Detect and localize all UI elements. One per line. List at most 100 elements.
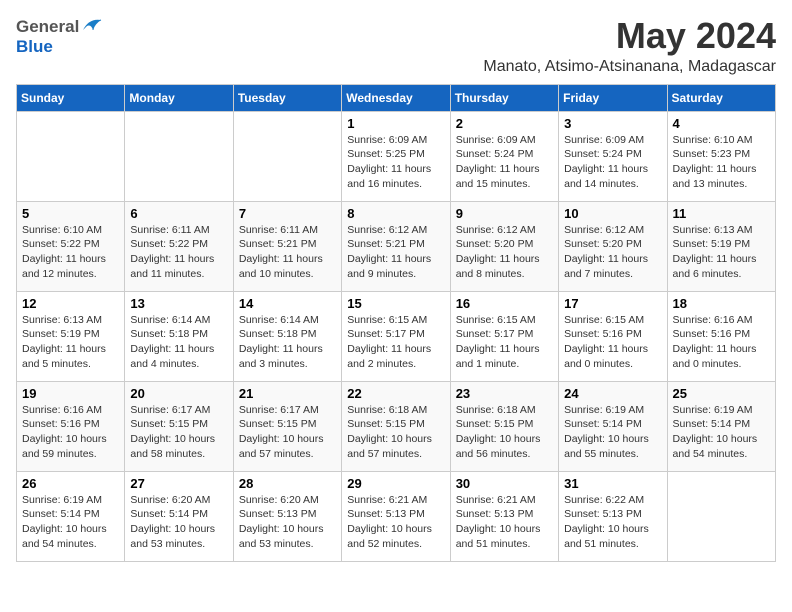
- calendar-week-4: 19 Sunrise: 6:16 AM Sunset: 5:16 PM Dayli…: [17, 381, 776, 471]
- day-info: Sunrise: 6:17 AM Sunset: 5:15 PM Dayligh…: [130, 403, 227, 462]
- day-info: Sunrise: 6:13 AM Sunset: 5:19 PM Dayligh…: [673, 223, 770, 282]
- day-number: 26: [22, 476, 119, 491]
- calendar-cell: 8 Sunrise: 6:12 AM Sunset: 5:21 PM Daylig…: [342, 201, 450, 291]
- day-number: 8: [347, 206, 444, 221]
- logo: General Blue: [16, 16, 103, 57]
- calendar-cell: [125, 111, 233, 201]
- month-year: May 2024: [483, 16, 776, 56]
- day-info: Sunrise: 6:15 AM Sunset: 5:17 PM Dayligh…: [347, 313, 444, 372]
- calendar-cell: 6Sunrise: 6:11 AM Sunset: 5:22 PM Daylig…: [125, 201, 233, 291]
- day-info: Sunrise: 6:14 AM Sunset: 5:18 PM Dayligh…: [130, 313, 227, 372]
- day-header-tuesday: Tuesday: [233, 84, 341, 111]
- calendar-cell: [17, 111, 125, 201]
- day-number: 7: [239, 206, 336, 221]
- calendar-cell: 4 Sunrise: 6:10 AM Sunset: 5:23 PM Daylig…: [667, 111, 775, 201]
- calendar-cell: 14 Sunrise: 6:14 AM Sunset: 5:18 PM Dayli…: [233, 291, 341, 381]
- day-info: Sunrise: 6:19 AM Sunset: 5:14 PM Dayligh…: [673, 403, 770, 462]
- calendar-cell: 28Sunrise: 6:20 AM Sunset: 5:13 PM Dayli…: [233, 471, 341, 561]
- calendar-cell: 2Sunrise: 6:09 AM Sunset: 5:24 PM Daylig…: [450, 111, 558, 201]
- title-section: May 2024 Manato, Atsimo-Atsinanana, Mada…: [483, 16, 776, 76]
- day-number: 5: [22, 206, 119, 221]
- logo-blue: Blue: [16, 37, 53, 57]
- day-header-sunday: Sunday: [17, 84, 125, 111]
- day-info: Sunrise: 6:19 AM Sunset: 5:14 PM Dayligh…: [22, 493, 119, 552]
- day-info: Sunrise: 6:17 AM Sunset: 5:15 PM Dayligh…: [239, 403, 336, 462]
- day-number: 24: [564, 386, 661, 401]
- calendar-cell: [667, 471, 775, 561]
- day-info: Sunrise: 6:18 AM Sunset: 5:15 PM Dayligh…: [456, 403, 553, 462]
- day-number: 4: [673, 116, 770, 131]
- day-info: Sunrise: 6:16 AM Sunset: 5:16 PM Dayligh…: [22, 403, 119, 462]
- location: Manato, Atsimo-Atsinanana, Madagascar: [483, 58, 776, 76]
- day-info: Sunrise: 6:14 AM Sunset: 5:18 PM Dayligh…: [239, 313, 336, 372]
- calendar-cell: 12Sunrise: 6:13 AM Sunset: 5:19 PM Dayli…: [17, 291, 125, 381]
- calendar-cell: 13Sunrise: 6:14 AM Sunset: 5:18 PM Dayli…: [125, 291, 233, 381]
- calendar-cell: 17Sunrise: 6:15 AM Sunset: 5:16 PM Dayli…: [559, 291, 667, 381]
- calendar-cell: 1Sunrise: 6:09 AM Sunset: 5:25 PM Daylig…: [342, 111, 450, 201]
- day-header-saturday: Saturday: [667, 84, 775, 111]
- day-info: Sunrise: 6:11 AM Sunset: 5:21 PM Dayligh…: [239, 223, 336, 282]
- day-number: 19: [22, 386, 119, 401]
- calendar-week-1: 1Sunrise: 6:09 AM Sunset: 5:25 PM Daylig…: [17, 111, 776, 201]
- calendar-cell: 20Sunrise: 6:17 AM Sunset: 5:15 PM Dayli…: [125, 381, 233, 471]
- day-number: 12: [22, 296, 119, 311]
- day-number: 22: [347, 386, 444, 401]
- day-number: 16: [456, 296, 553, 311]
- calendar-cell: 16 Sunrise: 6:15 AM Sunset: 5:17 PM Dayli…: [450, 291, 558, 381]
- page-header: General Blue May 2024 Manato, Atsimo-Ats…: [16, 16, 776, 76]
- day-info: Sunrise: 6:12 AM Sunset: 5:20 PM Dayligh…: [564, 223, 661, 282]
- calendar-cell: 26 Sunrise: 6:19 AM Sunset: 5:14 PM Dayli…: [17, 471, 125, 561]
- day-number: 23: [456, 386, 553, 401]
- day-info: Sunrise: 6:12 AM Sunset: 5:21 PM Dayligh…: [347, 223, 444, 282]
- day-info: Sunrise: 6:22 AM Sunset: 5:13 PM Dayligh…: [564, 493, 661, 552]
- day-number: 11: [673, 206, 770, 221]
- calendar-week-2: 5 Sunrise: 6:10 AM Sunset: 5:22 PM Daylig…: [17, 201, 776, 291]
- calendar-cell: 27Sunrise: 6:20 AM Sunset: 5:14 PM Dayli…: [125, 471, 233, 561]
- day-number: 25: [673, 386, 770, 401]
- day-number: 14: [239, 296, 336, 311]
- calendar-cell: [233, 111, 341, 201]
- calendar-cell: 15 Sunrise: 6:15 AM Sunset: 5:17 PM Dayli…: [342, 291, 450, 381]
- calendar-cell: 31Sunrise: 6:22 AM Sunset: 5:13 PM Dayli…: [559, 471, 667, 561]
- day-info: Sunrise: 6:09 AM Sunset: 5:24 PM Dayligh…: [564, 133, 661, 192]
- day-header-thursday: Thursday: [450, 84, 558, 111]
- day-header-monday: Monday: [125, 84, 233, 111]
- day-number: 9: [456, 206, 553, 221]
- day-number: 10: [564, 206, 661, 221]
- calendar-table: SundayMondayTuesdayWednesdayThursdayFrid…: [16, 84, 776, 562]
- day-info: Sunrise: 6:10 AM Sunset: 5:22 PM Dayligh…: [22, 223, 119, 282]
- calendar-cell: 24 Sunrise: 6:19 AM Sunset: 5:14 PM Dayli…: [559, 381, 667, 471]
- day-number: 18: [673, 296, 770, 311]
- day-info: Sunrise: 6:19 AM Sunset: 5:14 PM Dayligh…: [564, 403, 661, 462]
- day-number: 28: [239, 476, 336, 491]
- calendar-cell: 3 Sunrise: 6:09 AM Sunset: 5:24 PM Daylig…: [559, 111, 667, 201]
- calendar-cell: 11 Sunrise: 6:13 AM Sunset: 5:19 PM Dayli…: [667, 201, 775, 291]
- day-info: Sunrise: 6:15 AM Sunset: 5:17 PM Dayligh…: [456, 313, 553, 372]
- day-number: 30: [456, 476, 553, 491]
- logo-general: General: [16, 17, 79, 37]
- day-number: 2: [456, 116, 553, 131]
- calendar-cell: 7 Sunrise: 6:11 AM Sunset: 5:21 PM Daylig…: [233, 201, 341, 291]
- calendar-cell: 5 Sunrise: 6:10 AM Sunset: 5:22 PM Daylig…: [17, 201, 125, 291]
- day-number: 6: [130, 206, 227, 221]
- calendar-cell: 21 Sunrise: 6:17 AM Sunset: 5:15 PM Dayli…: [233, 381, 341, 471]
- day-info: Sunrise: 6:10 AM Sunset: 5:23 PM Dayligh…: [673, 133, 770, 192]
- day-number: 17: [564, 296, 661, 311]
- day-header-friday: Friday: [559, 84, 667, 111]
- day-number: 15: [347, 296, 444, 311]
- calendar-cell: 19 Sunrise: 6:16 AM Sunset: 5:16 PM Dayli…: [17, 381, 125, 471]
- day-info: Sunrise: 6:12 AM Sunset: 5:20 PM Dayligh…: [456, 223, 553, 282]
- day-info: Sunrise: 6:21 AM Sunset: 5:13 PM Dayligh…: [456, 493, 553, 552]
- day-number: 27: [130, 476, 227, 491]
- calendar-cell: 9 Sunrise: 6:12 AM Sunset: 5:20 PM Daylig…: [450, 201, 558, 291]
- day-number: 21: [239, 386, 336, 401]
- day-info: Sunrise: 6:21 AM Sunset: 5:13 PM Dayligh…: [347, 493, 444, 552]
- calendar-cell: 25 Sunrise: 6:19 AM Sunset: 5:14 PM Dayli…: [667, 381, 775, 471]
- calendar-week-5: 26 Sunrise: 6:19 AM Sunset: 5:14 PM Dayli…: [17, 471, 776, 561]
- calendar-cell: 10 Sunrise: 6:12 AM Sunset: 5:20 PM Dayli…: [559, 201, 667, 291]
- day-number: 3: [564, 116, 661, 131]
- calendar-cell: 18 Sunrise: 6:16 AM Sunset: 5:16 PM Dayli…: [667, 291, 775, 381]
- calendar-cell: 23 Sunrise: 6:18 AM Sunset: 5:15 PM Dayli…: [450, 381, 558, 471]
- day-header-wednesday: Wednesday: [342, 84, 450, 111]
- day-info: Sunrise: 6:16 AM Sunset: 5:16 PM Dayligh…: [673, 313, 770, 372]
